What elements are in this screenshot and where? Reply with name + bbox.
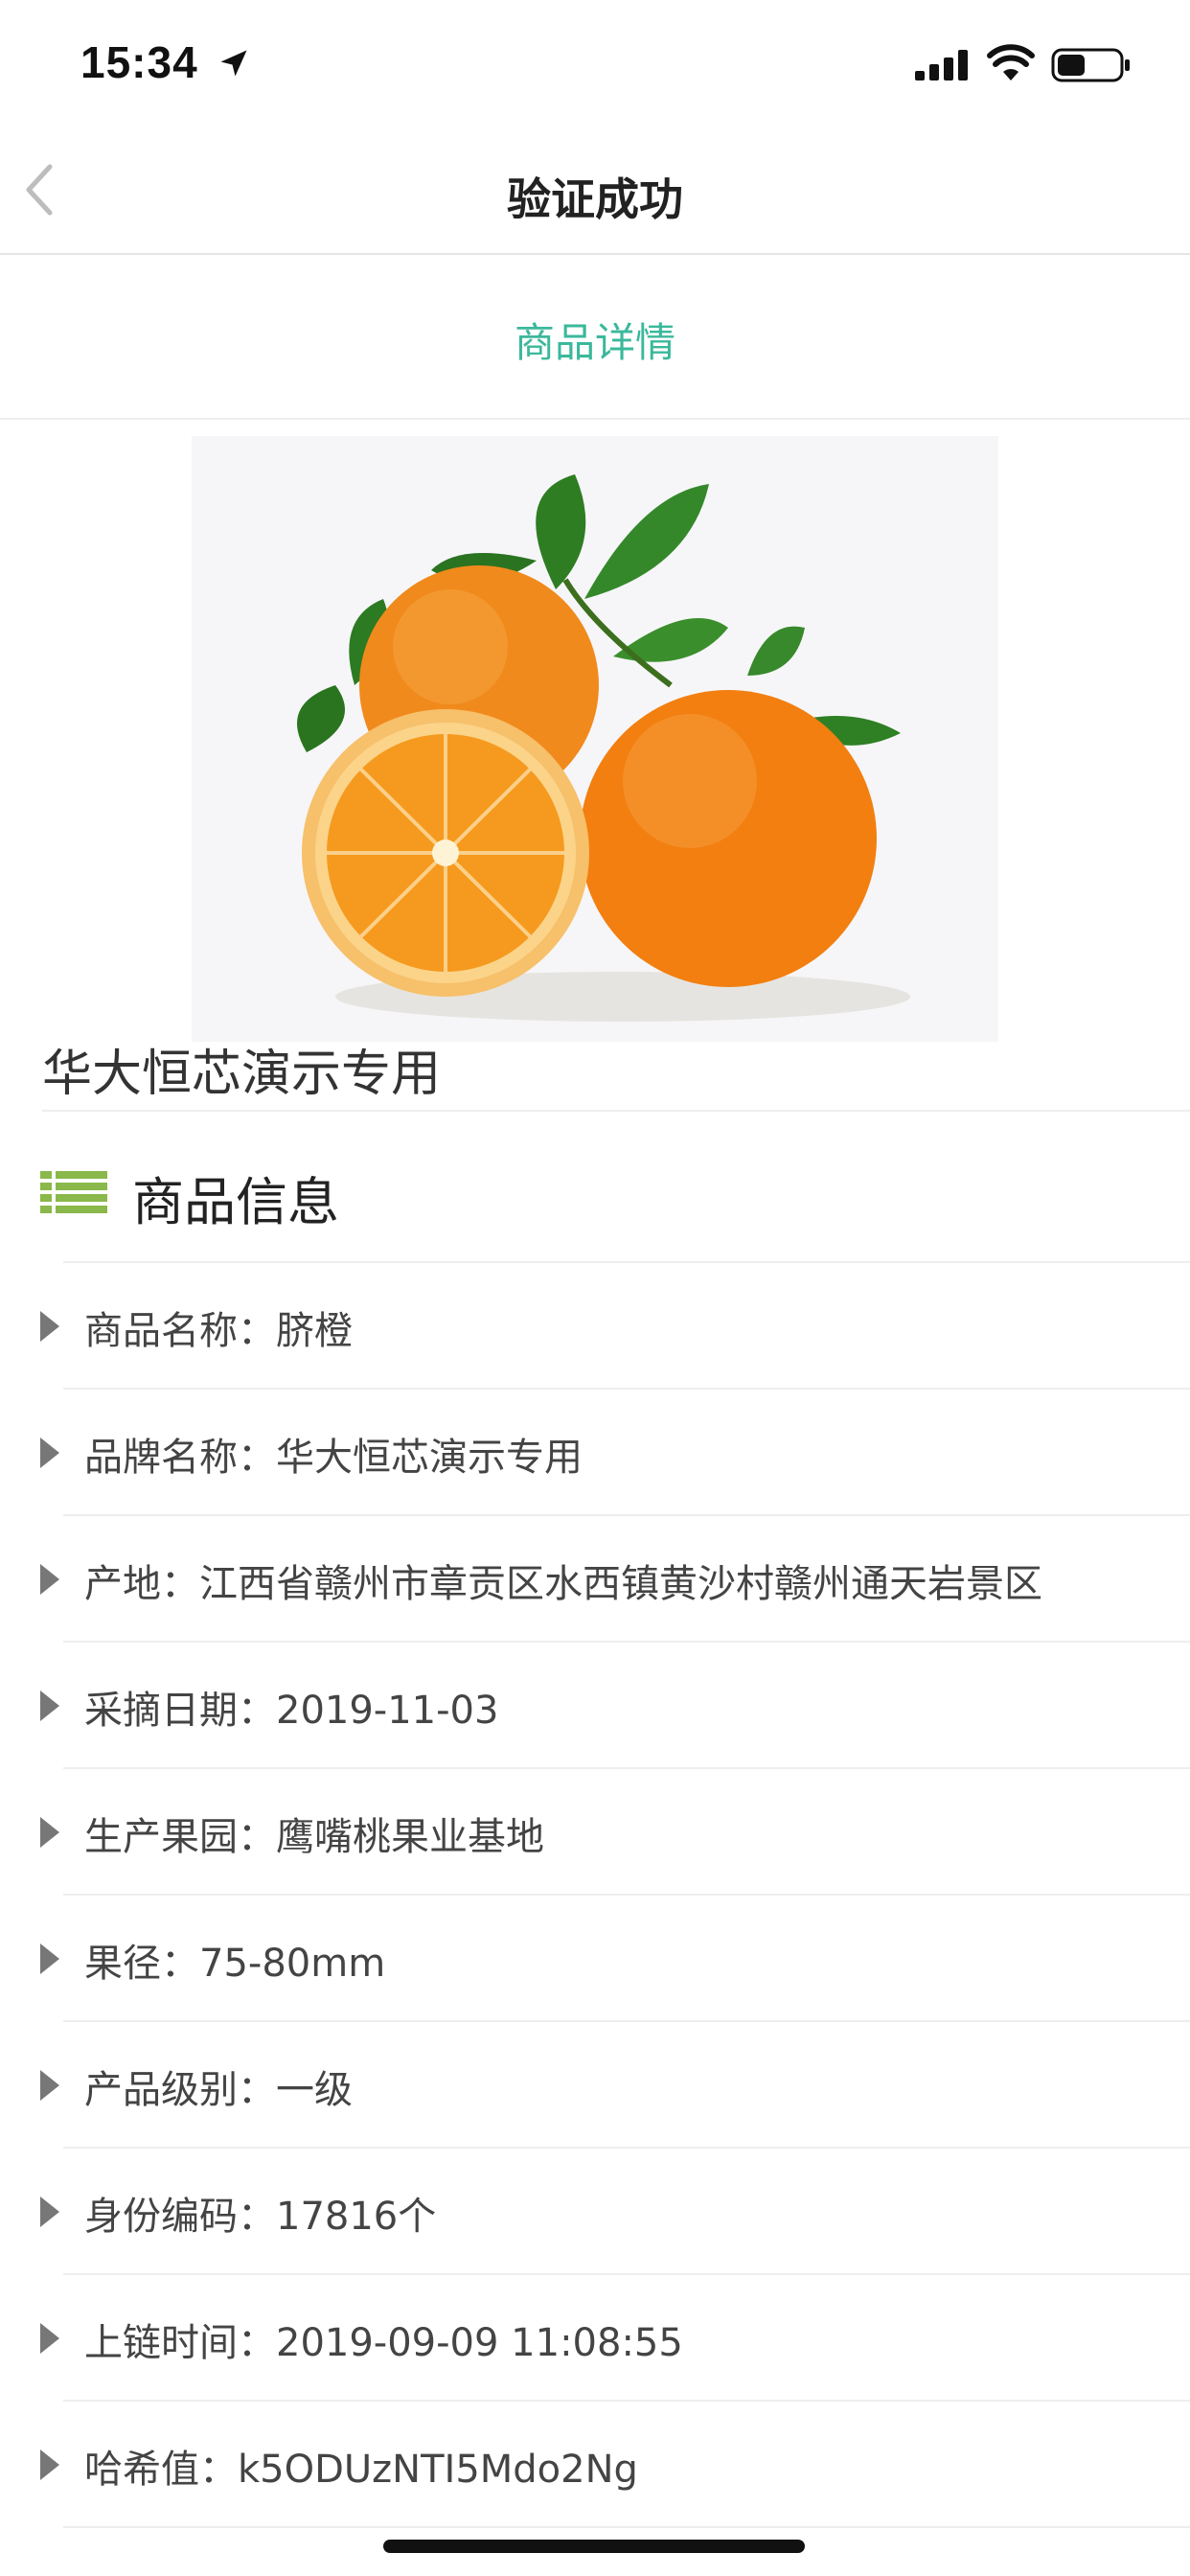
info-row-brand-name: 品牌名称：华大恒芯演示专用: [0, 1390, 1190, 1516]
info-row-text: 身份编码：17816个: [84, 2195, 437, 2239]
info-list: 商品名称：脐橙 品牌名称：华大恒芯演示专用 产地：江西省赣州市章贡区水西镇黄沙村…: [0, 1263, 1190, 2528]
info-row-harvest-date: 采摘日期：2019-11-03: [0, 1643, 1190, 1769]
caret-right-icon: [40, 1564, 59, 1595]
status-time: 15:34: [80, 37, 198, 87]
section-title: 商品信息: [132, 1172, 339, 1232]
info-row-product-name: 商品名称：脐橙: [0, 1263, 1190, 1390]
info-row-text: 上链时间：2019-09-09 11:08:55: [84, 2321, 683, 2365]
caret-right-icon: [40, 1311, 59, 1342]
status-bar: 15:34: [0, 0, 1190, 126]
location-arrow-icon: [220, 50, 247, 77]
caret-right-icon: [40, 2070, 59, 2101]
section-header: 商品信息: [0, 1114, 1190, 1265]
wifi-icon: [987, 44, 1035, 80]
caret-right-icon: [40, 2450, 59, 2480]
info-row-text: 生产果园：鹰嘴桃果业基地: [84, 1815, 544, 1859]
list-icon: [40, 1171, 107, 1213]
info-row-text: 采摘日期：2019-11-03: [84, 1689, 499, 1733]
battery-icon: [1051, 48, 1130, 82]
caret-right-icon: [40, 2196, 59, 2227]
info-row-fruit-diameter: 果径：75-80mm: [0, 1896, 1190, 2022]
product-title: 华大恒芯演示专用: [42, 1046, 442, 1103]
product-image: [192, 436, 998, 1042]
tab-product-details[interactable]: 商品详情: [0, 310, 1190, 369]
home-indicator[interactable]: [383, 2540, 805, 2553]
info-row-grade: 产品级别：一级: [0, 2022, 1190, 2149]
caret-right-icon: [40, 2323, 59, 2354]
info-row-hash: 哈希值：k5ODUzNTI5Mdo2Ng: [0, 2402, 1190, 2528]
info-row-chain-time: 上链时间：2019-09-09 11:08:55: [0, 2275, 1190, 2402]
caret-right-icon: [40, 1944, 59, 1974]
info-row-text: 哈希值：k5ODUzNTI5Mdo2Ng: [84, 2448, 638, 2492]
info-row-text: 产地：江西省赣州市章贡区水西镇黄沙村赣州通天岩景区: [84, 1562, 1042, 1606]
info-row-text: 商品名称：脐橙: [84, 1309, 353, 1353]
cellular-signal-icon: [915, 50, 968, 80]
divider: [42, 1110, 1190, 1112]
nav-bar: 验证成功: [0, 126, 1190, 255]
info-row-text: 果径：75-80mm: [84, 1942, 386, 1986]
info-row-origin: 产地：江西省赣州市章贡区水西镇黄沙村赣州通天岩景区: [0, 1516, 1190, 1643]
caret-right-icon: [40, 1817, 59, 1848]
info-row-id-code: 身份编码：17816个: [0, 2149, 1190, 2275]
page-title: 验证成功: [507, 173, 683, 225]
divider: [63, 2526, 1190, 2528]
info-row-text: 产品级别：一级: [84, 2068, 353, 2112]
tab-bar: 商品详情: [0, 255, 1190, 420]
caret-right-icon: [40, 1438, 59, 1468]
info-row-orchard: 生产果园：鹰嘴桃果业基地: [0, 1769, 1190, 1896]
info-row-text: 品牌名称：华大恒芯演示专用: [84, 1436, 583, 1480]
caret-right-icon: [40, 1690, 59, 1721]
